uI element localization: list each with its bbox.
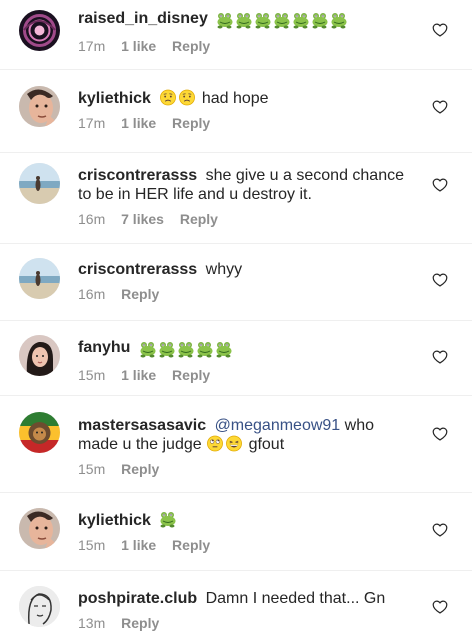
comment-meta: 16m Reply (78, 286, 418, 302)
frog-emoji-icon (215, 341, 233, 358)
frog-emoji-icon (139, 341, 157, 358)
frog-emoji-icon (216, 12, 234, 29)
avatar[interactable] (19, 508, 60, 549)
likes-count[interactable]: 7 likes (121, 211, 164, 227)
frog-emoji-icon (158, 341, 176, 358)
username[interactable]: criscontrerasss (78, 261, 197, 278)
like-heart-icon[interactable] (432, 349, 448, 365)
comment-body: mastersasasavic @meganmeow91 who made u … (78, 416, 418, 477)
like-heart-icon[interactable] (432, 272, 448, 288)
comment-item: kyliethick 15m 1 like Reply (0, 493, 472, 571)
username[interactable]: fanyhu (78, 339, 130, 356)
comment-body: criscontrerasss she give u a second chan… (78, 166, 418, 227)
like-heart-icon[interactable] (432, 177, 448, 193)
comment-text: whyy (205, 261, 243, 278)
comment-text: had hope (201, 90, 269, 107)
comment-body: kyliethick had hope 17m 1 like Reply (78, 89, 418, 131)
avatar[interactable] (19, 586, 60, 627)
frog-emoji-icon (292, 12, 310, 29)
comment-item: mastersasasavic @meganmeow91 who made u … (0, 396, 472, 493)
likes-count[interactable]: 1 like (121, 38, 156, 54)
comment-body: criscontrerasss whyy 16m Reply (78, 260, 418, 302)
avatar[interactable] (19, 10, 60, 51)
comment-body: fanyhu 15m 1 like Reply (78, 338, 418, 383)
timestamp: 13m (78, 615, 106, 631)
frog-emoji-icon (159, 511, 177, 528)
comment-item: raised_in_disney 17m 1 like Reply (0, 0, 472, 70)
avatar[interactable] (19, 163, 60, 204)
timestamp: 16m (78, 286, 106, 302)
likes-count[interactable]: 1 like (121, 115, 156, 131)
avatar[interactable] (19, 86, 60, 127)
avatar[interactable] (19, 335, 60, 376)
like-heart-icon[interactable] (432, 426, 448, 442)
likes-count[interactable]: 1 like (121, 367, 156, 383)
reply-button[interactable]: Reply (121, 615, 159, 631)
timestamp: 17m (78, 38, 106, 54)
frog-emoji-icon (311, 12, 329, 29)
like-heart-icon[interactable] (432, 599, 448, 615)
like-heart-icon[interactable] (432, 22, 448, 38)
comment-item: kyliethick had hope 17m 1 like Reply (0, 70, 472, 153)
avatar[interactable] (19, 258, 60, 299)
comment-meta: 17m 1 like Reply (78, 38, 418, 54)
grin-squint-icon (225, 435, 243, 452)
frog-emoji-icon (196, 341, 214, 358)
username[interactable]: poshpirate.club (78, 590, 197, 607)
worried-face-icon (159, 89, 177, 106)
comment-text-end: gfout (248, 436, 285, 453)
comment-item: fanyhu 15m 1 like Reply (0, 321, 472, 396)
frog-emoji-icon (254, 12, 272, 29)
reply-button[interactable]: Reply (121, 461, 159, 477)
timestamp: 17m (78, 115, 106, 131)
comment-item: poshpirate.club Damn I needed that... Gn… (0, 571, 472, 640)
comment-meta: 15m 1 like Reply (78, 367, 418, 383)
comment-text: Damn I needed that... Gn (205, 590, 386, 607)
comment-item: criscontrerasss whyy 16m Reply (0, 244, 472, 321)
emoji-group (139, 341, 234, 360)
reply-button[interactable]: Reply (172, 38, 210, 54)
emoji-group (216, 12, 349, 31)
username[interactable]: mastersasasavic (78, 417, 206, 434)
frog-emoji-icon (273, 12, 291, 29)
timestamp: 15m (78, 537, 106, 553)
like-heart-icon[interactable] (432, 522, 448, 538)
username[interactable]: kyliethick (78, 90, 151, 107)
like-heart-icon[interactable] (432, 99, 448, 115)
username[interactable]: criscontrerasss (78, 167, 197, 184)
comment-item: criscontrerasss she give u a second chan… (0, 153, 472, 244)
reply-button[interactable]: Reply (180, 211, 218, 227)
comment-meta: 16m 7 likes Reply (78, 211, 418, 227)
reply-button[interactable]: Reply (121, 286, 159, 302)
worried-face-icon (178, 89, 196, 106)
username[interactable]: raised_in_disney (78, 10, 208, 27)
timestamp: 16m (78, 211, 106, 227)
comment-body: poshpirate.club Damn I needed that... Gn… (78, 589, 418, 631)
timestamp: 15m (78, 461, 106, 477)
rolling-eyes-icon (206, 435, 224, 452)
reply-button[interactable]: Reply (172, 367, 210, 383)
mention-link[interactable]: @meganmeow91 (215, 417, 341, 434)
comment-meta: 13m Reply (78, 615, 418, 631)
username[interactable]: kyliethick (78, 512, 151, 529)
frog-emoji-icon (177, 341, 195, 358)
reply-button[interactable]: Reply (172, 115, 210, 131)
reply-button[interactable]: Reply (172, 537, 210, 553)
avatar[interactable] (19, 412, 60, 453)
comment-body: raised_in_disney 17m 1 like Reply (78, 9, 418, 54)
timestamp: 15m (78, 367, 106, 383)
frog-emoji-icon (330, 12, 348, 29)
comment-meta: 15m 1 like Reply (78, 537, 418, 553)
comment-body: kyliethick 15m 1 like Reply (78, 511, 418, 553)
frog-emoji-icon (235, 12, 253, 29)
comment-meta: 17m 1 like Reply (78, 115, 418, 131)
likes-count[interactable]: 1 like (121, 537, 156, 553)
comment-meta: 15m Reply (78, 461, 418, 477)
